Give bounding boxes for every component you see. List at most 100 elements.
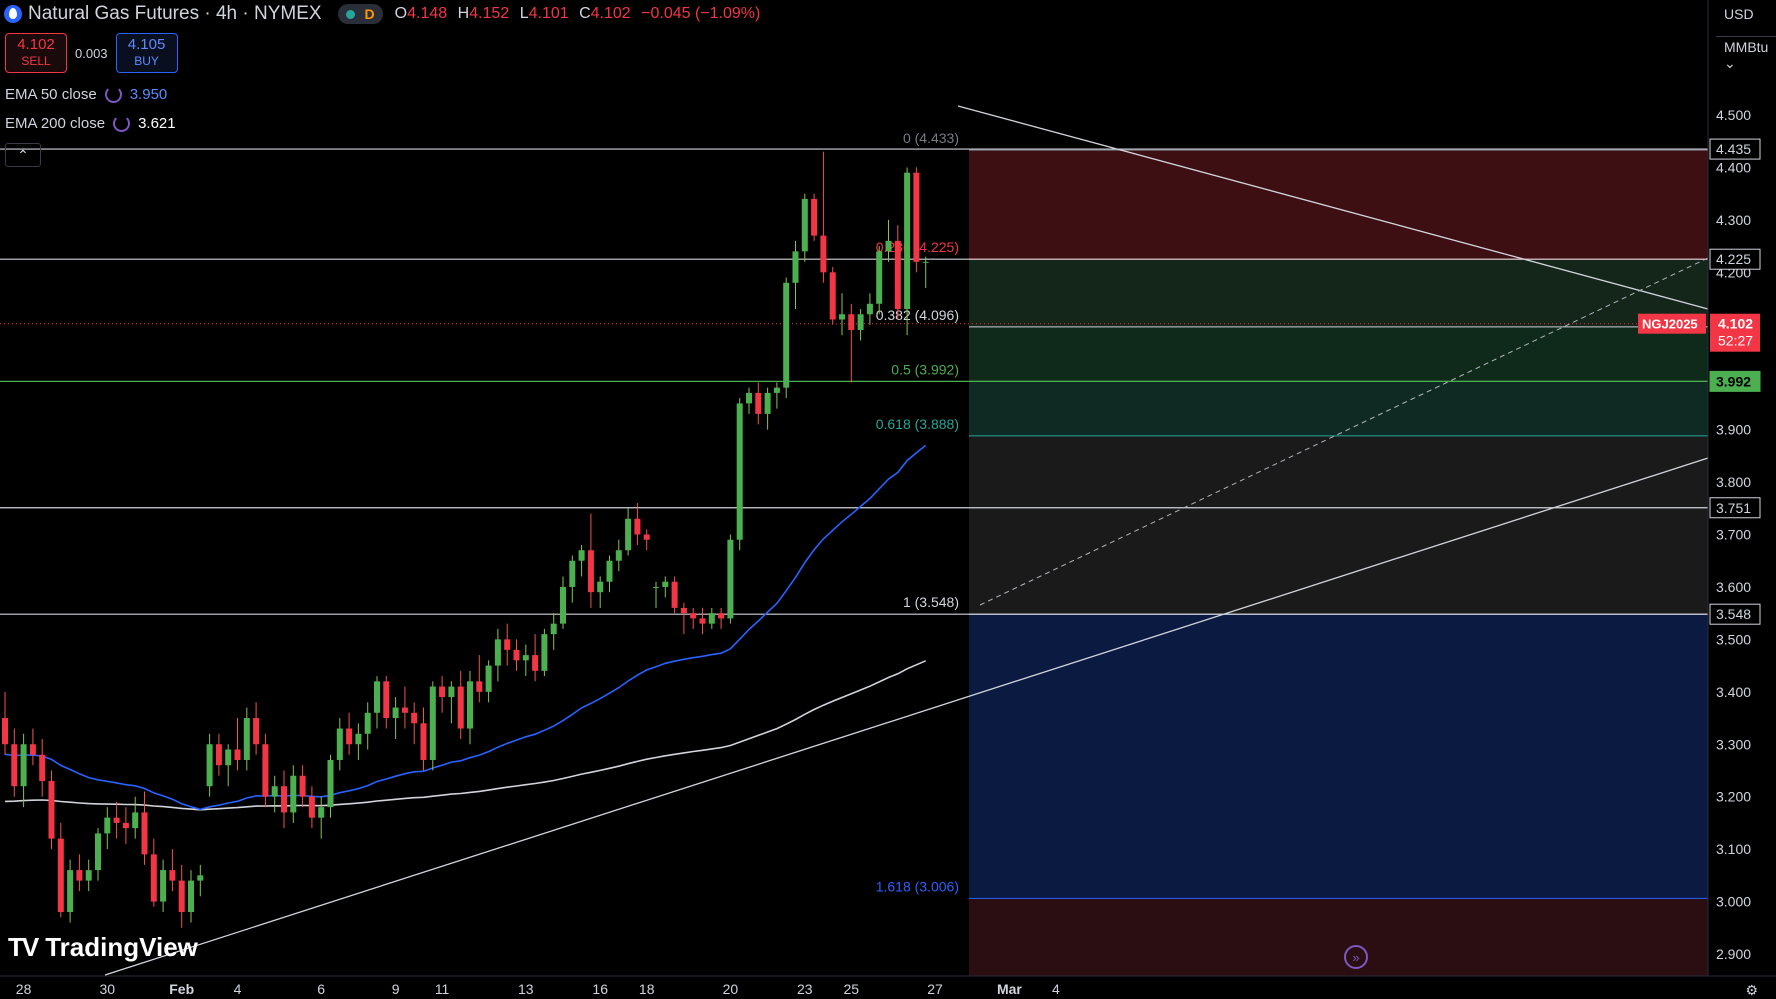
fib-level-label: 1 (3.548) <box>903 594 959 610</box>
candle-body <box>690 613 697 619</box>
sell-price: 4.102 <box>17 36 55 53</box>
sell-button[interactable]: 4.102 SELL <box>5 33 67 73</box>
trade-panel: 4.102 SELL 0.003 4.105 BUY <box>5 33 178 73</box>
candle-body <box>48 780 55 839</box>
candle-body <box>718 613 725 619</box>
time-tick-label: 4 <box>234 981 242 997</box>
indicator-ema50[interactable]: EMA 50 close 3.950 <box>5 86 167 103</box>
candle-body <box>206 744 213 787</box>
candle-body <box>625 518 632 551</box>
time-tick-label: 4 <box>1052 981 1060 997</box>
price-tick-label: 4.300 <box>1716 212 1751 228</box>
candle-body <box>597 581 604 593</box>
time-tick-label: 23 <box>797 981 813 997</box>
candle-body <box>699 618 706 624</box>
candle-body <box>299 775 306 797</box>
time-tick-label: 27 <box>927 981 943 997</box>
price-tick-label: 3.900 <box>1716 422 1751 438</box>
candle-body <box>913 172 920 262</box>
price-tick-label: 3.500 <box>1716 631 1751 647</box>
candle-body <box>839 314 845 320</box>
candle-body <box>383 681 390 719</box>
candle-body <box>318 807 325 818</box>
time-axis-bg <box>0 976 1776 999</box>
candle-body <box>569 560 576 587</box>
level-price-tag-label: 4.225 <box>1716 251 1751 267</box>
currency-selector[interactable]: USD <box>1716 6 1776 22</box>
candle-body <box>243 718 250 760</box>
unit-selector[interactable]: MMBtu ⌄ <box>1716 36 1776 72</box>
candle-body <box>578 550 585 561</box>
price-tick-label: 3.200 <box>1716 789 1751 805</box>
time-tick-label: 18 <box>639 981 655 997</box>
price-tick-label: 3.100 <box>1716 841 1751 857</box>
candle-body <box>308 796 315 818</box>
price-tick-label: 3.700 <box>1716 527 1751 543</box>
chevron-up-icon: ⌃ <box>17 146 29 163</box>
candle-body <box>401 707 408 713</box>
fib-level-label: 0.382 (4.096) <box>876 307 959 323</box>
candle-body <box>643 534 650 540</box>
last-price-value: 4.102 <box>1718 316 1753 332</box>
candle-body <box>783 282 790 388</box>
candle-body <box>271 786 278 797</box>
loading-icon <box>113 115 131 132</box>
price-tick-label: 3.400 <box>1716 684 1751 700</box>
candle-body <box>234 749 241 760</box>
candle-body <box>736 403 743 540</box>
price-tick-label: 3.800 <box>1716 474 1751 490</box>
candle-body <box>420 723 427 760</box>
market-open-dot-icon <box>345 9 355 19</box>
tv-mark-icon: TV <box>8 932 39 962</box>
candle-body <box>811 198 818 236</box>
candle-body <box>820 235 827 273</box>
loading-icon <box>104 86 122 103</box>
natural-gas-drop-icon <box>4 5 22 23</box>
gear-icon[interactable]: ⚙ <box>1745 982 1758 999</box>
double-chevron-right-icon: » <box>1352 949 1360 965</box>
indicator-ema200[interactable]: EMA 200 close 3.621 <box>5 115 176 132</box>
candle-body <box>327 759 334 808</box>
candle-body <box>485 665 492 692</box>
tradingview-logo[interactable]: TV TradingView <box>8 932 198 963</box>
collapse-legend-button[interactable]: ⌃ <box>5 143 41 167</box>
indicator-label: EMA 50 close <box>5 86 97 103</box>
candle-body <box>67 870 74 913</box>
candle-body <box>532 655 539 671</box>
candle-body <box>141 812 148 855</box>
price-tick-label: 4.400 <box>1716 159 1751 175</box>
candle-body <box>671 581 678 608</box>
candle-body <box>866 303 873 315</box>
market-status-pill[interactable]: D <box>337 4 383 24</box>
candle-body <box>262 744 269 797</box>
fib-zone <box>969 898 1708 976</box>
candle-body <box>550 623 557 635</box>
candle-body <box>773 387 780 393</box>
candle-body <box>764 392 771 414</box>
price-tick-label: 3.000 <box>1716 894 1751 910</box>
candle-body <box>885 240 892 252</box>
candle-body <box>755 392 762 414</box>
candle-body <box>57 838 64 913</box>
chevron-down-icon: ⌄ <box>1724 55 1736 71</box>
buy-button[interactable]: 4.105 BUY <box>115 33 178 73</box>
sell-label: SELL <box>21 54 51 68</box>
fib-level-label: 0 (4.433) <box>903 130 959 146</box>
fib-zone <box>969 435 1708 615</box>
symbol-tag-label: NGJ2025 <box>1642 317 1698 332</box>
market-status-letter: D <box>364 6 375 22</box>
symbol-title[interactable]: Natural Gas Futures · 4h · NYMEX <box>28 3 322 25</box>
candle-body <box>801 198 808 252</box>
time-tick-label: 28 <box>16 981 32 997</box>
buy-label: BUY <box>134 54 159 68</box>
scroll-to-realtime-button[interactable]: » <box>1344 945 1368 969</box>
price-chart[interactable]: 0 (4.433)0.236 (4.225)0.382 (4.096)0.5 (… <box>0 0 1776 999</box>
candle-body <box>2 718 8 745</box>
candle-body <box>513 649 520 661</box>
fib-zone <box>969 614 1708 899</box>
candle-body <box>132 812 139 829</box>
candle-body <box>290 775 297 813</box>
candle-body <box>392 707 399 719</box>
indicator-label: EMA 200 close <box>5 115 106 132</box>
price-tick-label: 3.600 <box>1716 579 1751 595</box>
